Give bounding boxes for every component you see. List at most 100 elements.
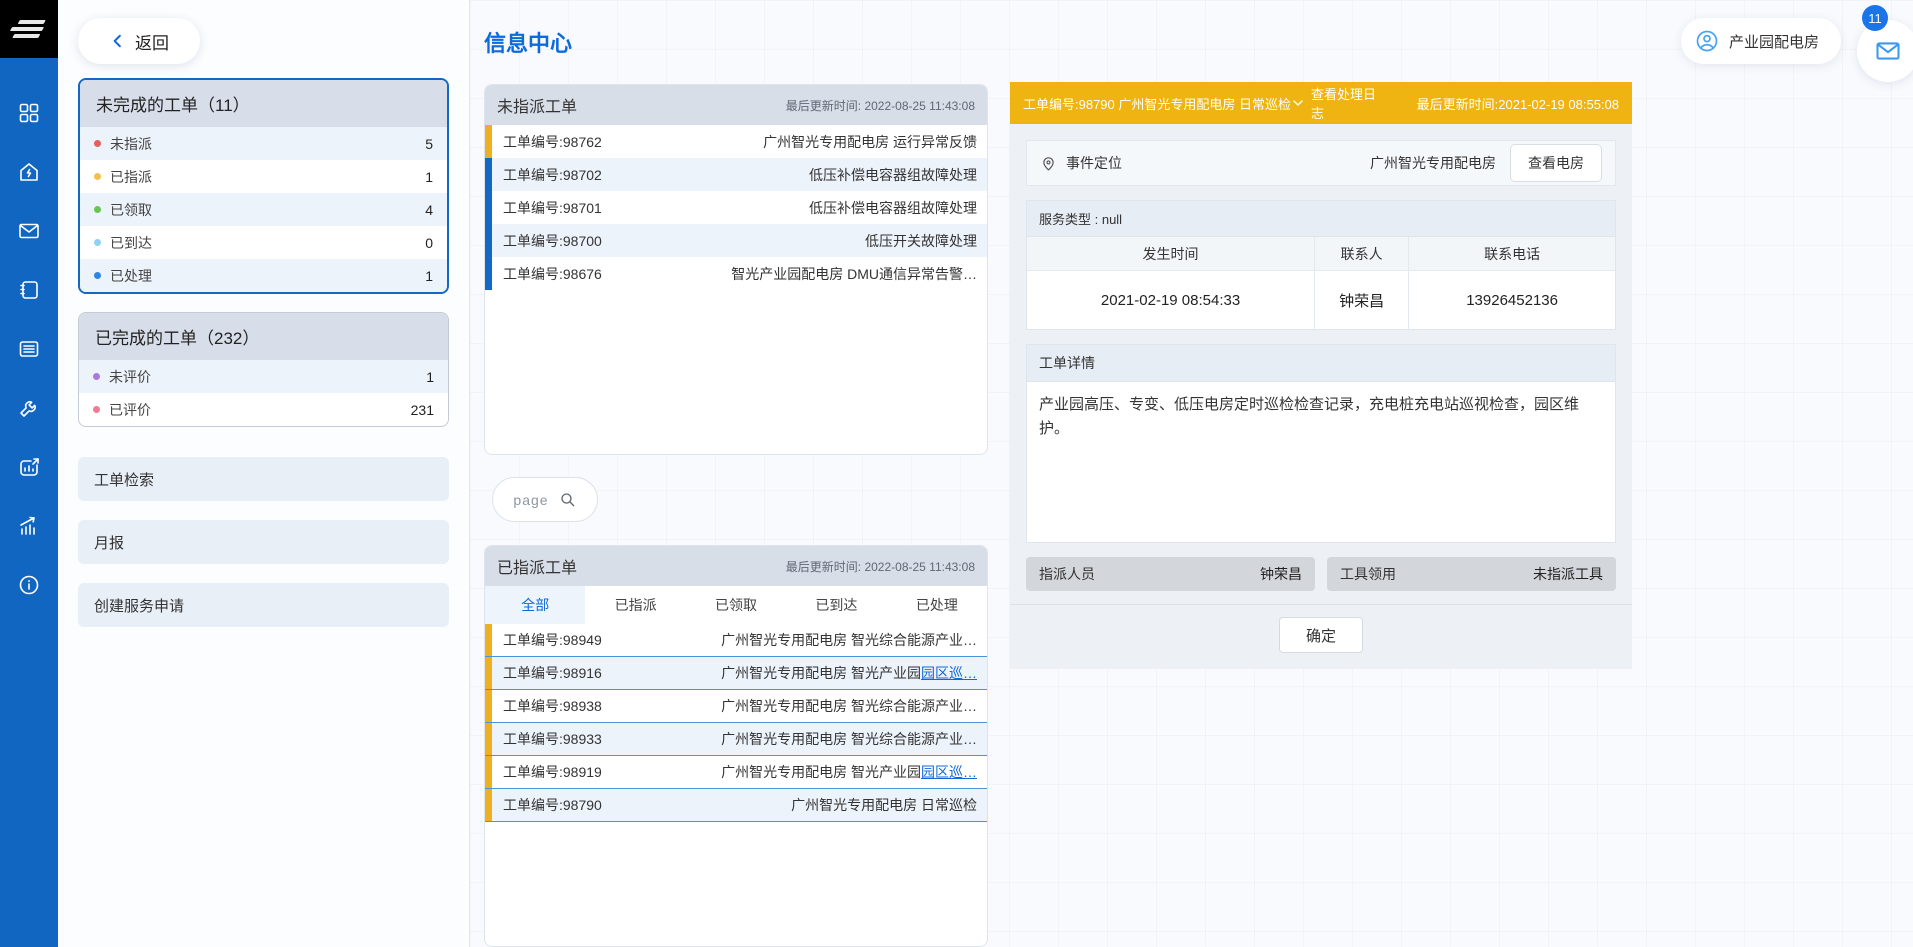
status-item-claimed[interactable]: 已领取 4: [80, 193, 447, 226]
order-row-selected[interactable]: 工单编号:98790 广州智光专用配电房 日常巡检: [485, 789, 987, 822]
order-row[interactable]: 工单编号:98933 广州智光专用配电房 智光综合能源产业…: [485, 723, 987, 756]
order-row[interactable]: 工单编号:98762 广州智光专用配电房 运行异常反馈: [485, 125, 987, 158]
status-count: 1: [425, 268, 433, 284]
status-count: 1: [426, 369, 434, 385]
user-account-button[interactable]: 产业园配电房: [1681, 18, 1841, 64]
service-info-table: 服务类型 : null 发生时间 联系人 联系电话 2021-02-19 08:…: [1026, 200, 1616, 330]
finished-orders-title: 已完成的工单（232）: [79, 313, 448, 360]
logo-icon: [10, 20, 48, 38]
view-log-link[interactable]: 查看处理日志: [1291, 84, 1389, 122]
tab-assigned[interactable]: 已指派: [585, 586, 685, 624]
trend-up-icon[interactable]: [16, 513, 42, 539]
link-monthly-report[interactable]: 月报: [78, 520, 449, 564]
confirm-button[interactable]: 确定: [1279, 617, 1363, 653]
back-button[interactable]: 返回: [78, 18, 200, 64]
tab-arrived[interactable]: 已到达: [786, 586, 886, 624]
status-item-assigned[interactable]: 已指派 1: [80, 160, 447, 193]
order-desc: 广州智光专用配电房 运行异常反馈: [763, 132, 987, 152]
tab-all[interactable]: 全部: [485, 586, 585, 624]
apps-icon[interactable]: [16, 100, 42, 126]
notebook-icon[interactable]: [16, 277, 42, 303]
page-title: 信息中心: [484, 26, 572, 58]
location-pin-icon: [1040, 155, 1057, 172]
info-icon[interactable]: [16, 572, 42, 598]
status-label: 已到达: [110, 233, 152, 253]
order-id: 工单编号:98702: [492, 165, 602, 185]
contact-value: 钟荣昌: [1315, 271, 1409, 329]
event-location-label: 事件定位: [1066, 153, 1122, 173]
priority-bar: [485, 624, 492, 656]
order-row[interactable]: 工单编号:98916 广州智光专用配电房 智光产业园园区巡…: [485, 657, 987, 690]
tools-pill[interactable]: 工具领用 未指派工具: [1327, 557, 1616, 591]
order-row[interactable]: 工单编号:98702 低压补偿电容器组故障处理: [485, 158, 987, 191]
status-count: 0: [425, 235, 433, 251]
link-create-service-request[interactable]: 创建服务申请: [78, 583, 449, 627]
event-location-row: 事件定位 广州智光专用配电房 查看电房: [1026, 140, 1616, 186]
order-row[interactable]: 工单编号:98938 广州智光专用配电房 智光综合能源产业…: [485, 690, 987, 723]
col-contact: 联系人: [1315, 237, 1409, 271]
status-item-processed[interactable]: 已处理 1: [80, 259, 447, 292]
order-details-box: 工单详情 产业园高压、专变、低压电房定时巡检检查记录，充电桩充电站巡视检查，园区…: [1026, 344, 1616, 543]
status-item-arrived[interactable]: 已到达 0: [80, 226, 447, 259]
page-search-label: page: [513, 492, 548, 508]
unassigned-last-updated: 最后更新时间: 2022-08-25 11:43:08: [786, 97, 975, 114]
assignment-row: 指派人员 钟荣昌 工具领用 未指派工具: [1026, 557, 1616, 591]
order-id: 工单编号:98919: [492, 762, 602, 782]
status-count: 4: [425, 202, 433, 218]
order-desc: 广州智光专用配电房 智光综合能源产业…: [721, 696, 987, 716]
report-chart-icon[interactable]: [16, 454, 42, 480]
status-label: 未评价: [109, 367, 151, 387]
chevron-left-icon: [109, 32, 127, 50]
order-details-text: 产业园高压、专变、低压电房定时巡检检查记录，充电桩充电站巡视检查，园区维护。: [1027, 382, 1615, 542]
priority-bar: [485, 125, 492, 158]
status-item-unrated[interactable]: 未评价 1: [79, 360, 448, 393]
status-dot: [94, 272, 101, 279]
assignee-pill[interactable]: 指派人员 钟荣昌: [1026, 557, 1315, 591]
list-icon[interactable]: [16, 336, 42, 362]
left-panel: 返回 未完成的工单（11） 未指派 5 已指派 1 已领取 4 已到达: [58, 0, 470, 947]
order-detail-body: 事件定位 广州智光专用配电房 查看电房 服务类型 : null 发生时间 联系人…: [1010, 124, 1632, 669]
order-id: 工单编号:98701: [492, 198, 602, 218]
assigned-rows: 工单编号:98949 广州智光专用配电房 智光综合能源产业… 工单编号:9891…: [485, 624, 987, 822]
tab-claimed[interactable]: 已领取: [686, 586, 786, 624]
order-desc: 低压补偿电容器组故障处理: [809, 198, 987, 218]
order-id: 工单编号:98676: [492, 264, 602, 284]
status-label: 已指派: [110, 167, 152, 187]
status-item-rated[interactable]: 已评价 231: [79, 393, 448, 426]
confirm-zone: 确定: [1010, 604, 1632, 669]
table-header-row: 发生时间 联系人 联系电话: [1027, 237, 1615, 271]
mail-button[interactable]: [1857, 20, 1913, 82]
order-desc: 智光产业园配电房 DMU通信异常告警…: [731, 264, 987, 284]
order-desc: 广州智光专用配电房 智光产业园园区巡…: [721, 663, 987, 683]
unfinished-orders-card: 未完成的工单（11） 未指派 5 已指派 1 已领取 4 已到达 0: [78, 78, 449, 294]
brand-logo[interactable]: [0, 0, 58, 58]
priority-bar: [485, 224, 492, 257]
page-search[interactable]: page: [492, 477, 598, 522]
sidebar-nav: [16, 58, 42, 598]
wrench-icon[interactable]: [16, 395, 42, 421]
status-count: 231: [411, 402, 434, 418]
priority-bar: [485, 257, 492, 290]
unassigned-rows: 工单编号:98762 广州智光专用配电房 运行异常反馈 工单编号:98702 低…: [485, 125, 987, 290]
chevron-down-icon: [1291, 96, 1305, 110]
status-item-unassigned[interactable]: 未指派 5: [80, 127, 447, 160]
order-row[interactable]: 工单编号:98701 低压补偿电容器组故障处理: [485, 191, 987, 224]
order-row[interactable]: 工单编号:98949 广州智光专用配电房 智光综合能源产业…: [485, 624, 987, 657]
order-row[interactable]: 工单编号:98700 低压开关故障处理: [485, 224, 987, 257]
order-id: 工单编号:98762: [492, 132, 602, 152]
assigned-orders-card: 已指派工单 最后更新时间: 2022-08-25 11:43:08 全部 已指派…: [484, 545, 988, 947]
home-energy-icon[interactable]: [16, 159, 42, 185]
user-name: 产业园配电房: [1729, 31, 1819, 52]
status-dot: [93, 406, 100, 413]
detail-last-updated: 最后更新时间:2021-02-19 08:55:08: [1417, 94, 1619, 113]
order-row[interactable]: 工单编号:98919 广州智光专用配电房 智光产业园园区巡…: [485, 756, 987, 789]
main-area: 信息中心 未指派工单 最后更新时间: 2022-08-25 11:43:08 工…: [470, 0, 1913, 947]
tab-processed[interactable]: 已处理: [887, 586, 987, 624]
occur-time-value: 2021-02-19 08:54:33: [1027, 271, 1315, 329]
col-occur-time: 发生时间: [1027, 237, 1315, 271]
order-details-title: 工单详情: [1027, 345, 1615, 382]
view-room-button[interactable]: 查看电房: [1510, 144, 1602, 182]
link-order-search[interactable]: 工单检索: [78, 457, 449, 501]
order-row[interactable]: 工单编号:98676 智光产业园配电房 DMU通信异常告警…: [485, 257, 987, 290]
mail-icon[interactable]: [16, 218, 42, 244]
